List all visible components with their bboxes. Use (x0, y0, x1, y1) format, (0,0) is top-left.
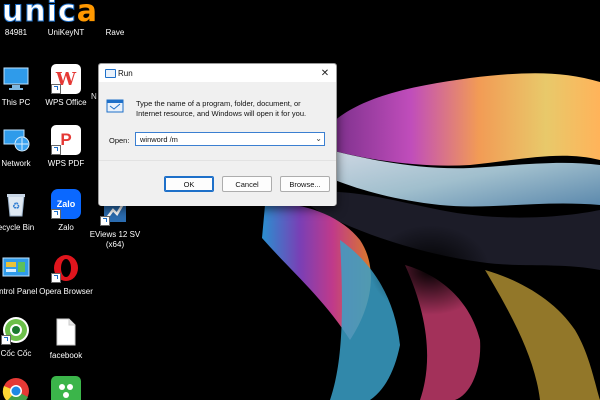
run-title: Run (118, 69, 133, 78)
shortcut-arrow-icon (51, 145, 61, 155)
wps-office-icon: W (51, 64, 81, 94)
file-icon (1, 2, 31, 24)
shortcut-arrow-icon (100, 216, 110, 226)
shortcut-arrow-icon (51, 209, 61, 219)
shortcut-arrow-icon (51, 273, 61, 283)
recycle-bin-icon: ♻ (1, 189, 31, 219)
zalo-icon: Zalo (51, 189, 81, 219)
cancel-button[interactable]: Cancel (222, 176, 272, 192)
desktop: unica 84981 This PC Network ♻ ecycle Bin… (0, 0, 600, 400)
open-label: Open: (109, 136, 130, 145)
monitor-icon (1, 64, 31, 94)
desktop-icon-opera[interactable]: Opera Browser (34, 253, 98, 297)
shortcut-arrow-icon (1, 335, 11, 345)
desktop-icon-facebook[interactable]: facebook (34, 317, 98, 361)
desktop-icon-label: facebook (49, 351, 83, 360)
unikey-icon (51, 2, 81, 24)
desktop-icon-label: N (91, 92, 97, 101)
coc-coc-icon (1, 315, 31, 345)
app-icon (51, 376, 81, 400)
shortcut-arrow-icon (51, 84, 61, 94)
desktop-icon-green-app[interactable] (34, 376, 98, 400)
desktop-icon-label: EViews 12 SV (x64) (89, 230, 141, 249)
ok-button[interactable]: OK (164, 176, 214, 192)
control-panel-icon (1, 253, 31, 283)
run-icon (105, 69, 116, 78)
rave-icon (100, 2, 130, 24)
desktop-icon-label: Rave (105, 28, 125, 37)
desktop-icon-label: WPS PDF (47, 159, 85, 168)
open-combobox[interactable]: winword /m ⌄ (135, 132, 325, 146)
open-input-value[interactable]: winword /m (140, 135, 178, 144)
desktop-icon-rave[interactable]: Rave (83, 2, 147, 38)
wps-pdf-icon: P (51, 125, 81, 155)
svg-text:♻: ♻ (12, 202, 20, 212)
run-program-icon (106, 99, 124, 113)
close-icon: ✕ (320, 67, 330, 79)
run-dialog: Run ✕ Type the name of a program, folder… (98, 63, 337, 206)
desktop-icon-label: Opera Browser (39, 287, 93, 296)
close-button[interactable]: ✕ (314, 64, 336, 82)
chrome-icon (1, 376, 31, 400)
run-description: Type the name of a program, folder, docu… (136, 99, 307, 118)
browse-button[interactable]: Browse... (280, 176, 330, 192)
chevron-down-icon[interactable]: ⌄ (315, 134, 322, 143)
file-icon (51, 317, 81, 347)
network-icon (1, 125, 31, 155)
opera-icon (51, 253, 81, 283)
desktop-icon-wps-pdf[interactable]: P WPS PDF (34, 125, 98, 169)
run-titlebar[interactable]: Run ✕ (99, 64, 336, 82)
desktop-icon-partial[interactable]: N (64, 92, 97, 102)
